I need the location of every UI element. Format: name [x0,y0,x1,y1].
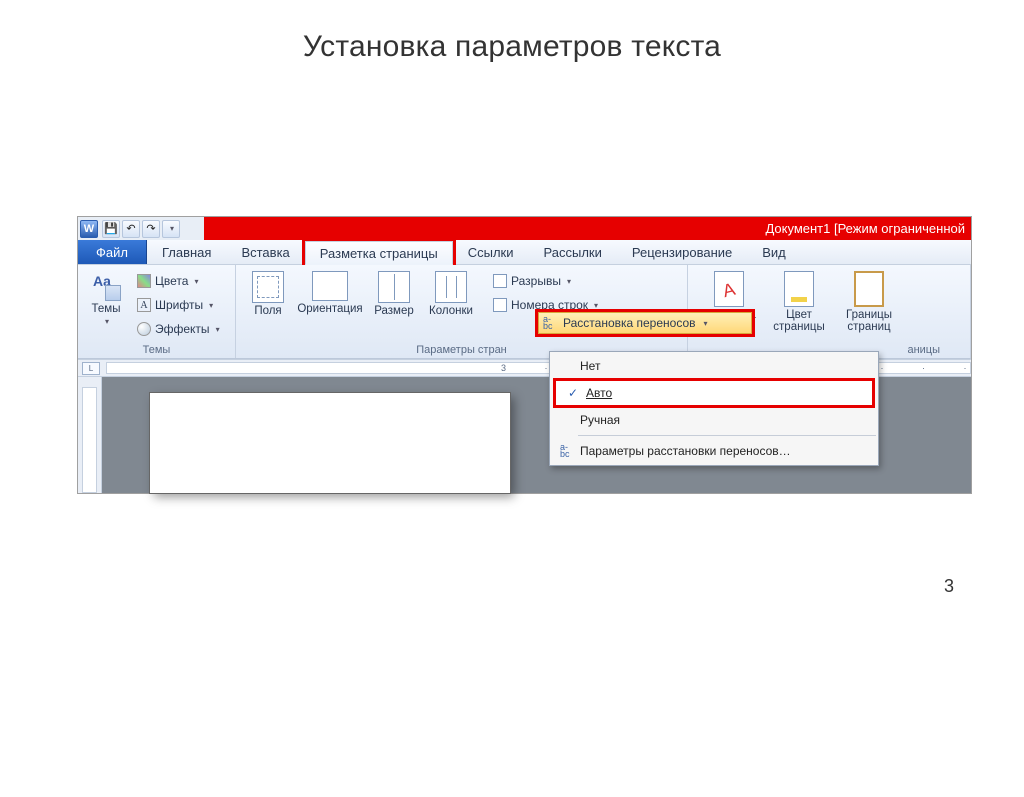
line-numbers-label: Номера строк [511,298,588,312]
hyphenation-menu-auto-label: Авто [586,386,612,400]
hyphenation-menu: Нет ✓ Авто Ручная a-bc Параметры расстан… [549,351,879,466]
page-borders-button[interactable]: Границы страниц [838,268,900,336]
size-label: Размер [374,305,414,317]
size-button[interactable]: Размер [368,268,420,320]
window-title-text: Документ1 [Режим ограниченной [204,217,971,240]
page-color-label: Цвет страницы [767,309,831,333]
breaks-button[interactable]: Разрывы ▾ [488,270,605,292]
theme-colors-button[interactable]: Цвета ▾ [132,270,227,292]
page-borders-icon [854,271,884,307]
tab-home[interactable]: Главная [147,240,226,264]
theme-fonts-label: Шрифты [155,298,203,312]
palette-icon [137,274,151,288]
tab-review[interactable]: Рецензирование [617,240,747,264]
tab-insert[interactable]: Вставка [226,240,304,264]
orientation-label: Ориентация [297,303,362,315]
qat-customize-icon[interactable]: ▾ [162,220,180,238]
word-screenshot: W 💾 ↶ ↷ ▾ Документ1 [Режим ограниченной … [78,217,971,493]
chevron-down-icon: ▾ [216,325,220,334]
theme-effects-label: Эффекты [155,322,210,336]
page-borders-label: Границы страниц [839,309,899,333]
themes-button[interactable]: Темы ▾ [84,268,128,329]
watermark-icon [714,271,744,307]
orientation-button[interactable]: Ориентация [294,268,366,318]
hyphenation-menu-options-label: Параметры расстановки переносов… [580,444,791,458]
chevron-down-icon: ▾ [567,277,571,286]
breaks-icon [493,274,507,288]
hyphenation-icon: a-bc [543,316,557,330]
slide-page-number: 3 [944,576,954,597]
columns-icon [435,271,467,303]
columns-button[interactable]: Колонки [422,268,480,320]
breaks-label: Разрывы [511,274,561,288]
tab-page-layout[interactable]: Разметка страницы [305,241,453,265]
tab-view[interactable]: Вид [747,240,801,264]
effects-icon [137,322,151,336]
document-page[interactable] [150,393,510,493]
chevron-down-icon: ▾ [594,301,598,310]
line-numbers-icon [493,298,507,312]
chevron-down-icon: ▾ [105,317,109,326]
margins-label: Поля [254,305,281,317]
page-color-icon [784,271,814,307]
chevron-down-icon: ▾ [704,319,708,328]
themes-button-label: Темы [92,303,121,315]
font-icon: A [137,298,151,312]
ribbon-body: Темы ▾ Цвета ▾ A Шрифты ▾ [78,265,971,359]
slide-title: Установка параметров текста [0,30,1024,64]
app-icon: W [80,220,98,238]
hyphenation-menu-manual-label: Ручная [580,413,620,427]
tab-references[interactable]: Ссылки [453,240,529,264]
qat-undo-icon[interactable]: ↶ [122,220,140,238]
page-color-button[interactable]: Цвет страницы [766,268,832,336]
ruler-vertical[interactable] [78,377,102,493]
tab-mailings[interactable]: Рассылки [529,240,617,264]
margins-icon [252,271,284,303]
theme-fonts-button[interactable]: A Шрифты ▾ [132,294,227,316]
chevron-down-icon: ▾ [194,277,198,286]
hyphenation-menu-auto[interactable]: ✓ Авто [556,381,872,405]
quick-access-toolbar: 💾 ↶ ↷ ▾ [102,220,180,238]
ribbon-tabs: Файл Главная Вставка Разметка страницы С… [78,240,971,265]
orientation-icon [312,271,348,301]
theme-colors-label: Цвета [155,274,188,288]
columns-label: Колонки [429,305,473,317]
tab-file[interactable]: Файл [78,240,147,264]
check-icon: ✓ [560,386,586,400]
size-icon [378,271,410,303]
hyphenation-options-icon: a-bc [554,444,580,458]
hyphenation-label: Расстановка переносов [563,316,696,330]
hyphenation-button[interactable]: a-bc Расстановка переносов ▾ [538,312,752,334]
hyphenation-menu-none-label: Нет [580,359,600,373]
theme-effects-button[interactable]: Эффекты ▾ [132,318,227,340]
ruler-corner-icon[interactable]: L [82,362,100,375]
margins-button[interactable]: Поля [244,268,292,320]
hyphenation-menu-manual[interactable]: Ручная [550,408,878,432]
chevron-down-icon: ▾ [209,301,213,310]
themes-icon [91,271,121,301]
hyphenation-menu-options[interactable]: a-bc Параметры расстановки переносов… [550,439,878,463]
menu-separator [578,435,876,436]
hyphenation-menu-none[interactable]: Нет [550,354,878,378]
qat-save-icon[interactable]: 💾 [102,220,120,238]
qat-redo-icon[interactable]: ↷ [142,220,160,238]
themes-group-label: Темы [78,344,235,356]
